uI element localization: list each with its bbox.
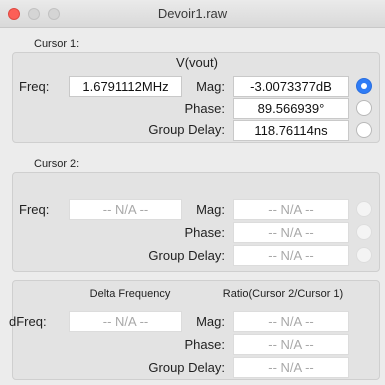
- cursor1-group-delay-radio[interactable]: [356, 122, 372, 138]
- cursor2-mag-label: Mag:: [196, 202, 225, 217]
- ratio-phase-field[interactable]: -- N/A --: [233, 334, 349, 355]
- cursor2-group-delay-label: Group Delay:: [148, 248, 225, 263]
- cursor1-phase-field[interactable]: 89.566939°: [233, 98, 349, 119]
- cursor2-mag-radio[interactable]: [356, 201, 372, 217]
- dfreq-label: dFreq:: [9, 314, 47, 329]
- ratio-header: Ratio(Cursor 2/Cursor 1): [222, 288, 344, 300]
- cursor2-mag-field[interactable]: -- N/A --: [233, 199, 349, 220]
- ratio-mag-label: Mag:: [196, 314, 225, 329]
- cursor1-group: V(vout) Freq: 1.6791112MHz Mag: -3.00733…: [12, 52, 380, 143]
- cursor1-trace-name: V(vout): [176, 55, 218, 70]
- delta-group: Delta Frequency Ratio(Cursor 2/Cursor 1)…: [9, 280, 380, 380]
- title-bar[interactable]: Devoir1.raw: [0, 0, 385, 28]
- cursor1-freq-label: Freq:: [19, 79, 50, 94]
- ratio-mag-field[interactable]: -- N/A --: [233, 311, 349, 332]
- cursor1-mag-radio[interactable]: [356, 78, 372, 94]
- cursor2-phase-radio[interactable]: [356, 224, 372, 240]
- cursor1-group-delay-field[interactable]: 118.76114ns: [233, 120, 349, 141]
- cursor2-phase-label: Phase:: [184, 225, 225, 240]
- cursor1-phase-radio[interactable]: [356, 100, 372, 116]
- cursor2-label: Cursor 2:: [34, 158, 80, 170]
- cursor2-freq-label: Freq:: [19, 202, 50, 217]
- cursor2-group: Freq: -- N/A -- Mag: -- N/A -- Phase: --…: [12, 172, 380, 272]
- window-title: Devoir1.raw: [157, 6, 228, 21]
- cursor2-group-delay-field[interactable]: -- N/A --: [233, 245, 349, 266]
- cursor1-mag-label: Mag:: [196, 79, 225, 94]
- cursor1-group-delay-label: Group Delay:: [148, 122, 225, 137]
- delta-frequency-header: Delta Frequency: [89, 288, 171, 300]
- ratio-group-delay-field[interactable]: -- N/A --: [233, 357, 349, 378]
- ratio-group-delay-label: Group Delay:: [148, 360, 225, 375]
- cursor1-label: Cursor 1:: [34, 38, 80, 50]
- cursor2-phase-field[interactable]: -- N/A --: [233, 222, 349, 243]
- cursor2-group-delay-radio[interactable]: [356, 247, 372, 263]
- cursor1-mag-field[interactable]: -3.0073377dB: [233, 76, 349, 97]
- cursor-window: Devoir1.raw Cursor 1: V(vout) Freq: 1.67…: [0, 0, 385, 385]
- ratio-phase-label: Phase:: [184, 337, 225, 352]
- cursor1-phase-label: Phase:: [184, 101, 225, 116]
